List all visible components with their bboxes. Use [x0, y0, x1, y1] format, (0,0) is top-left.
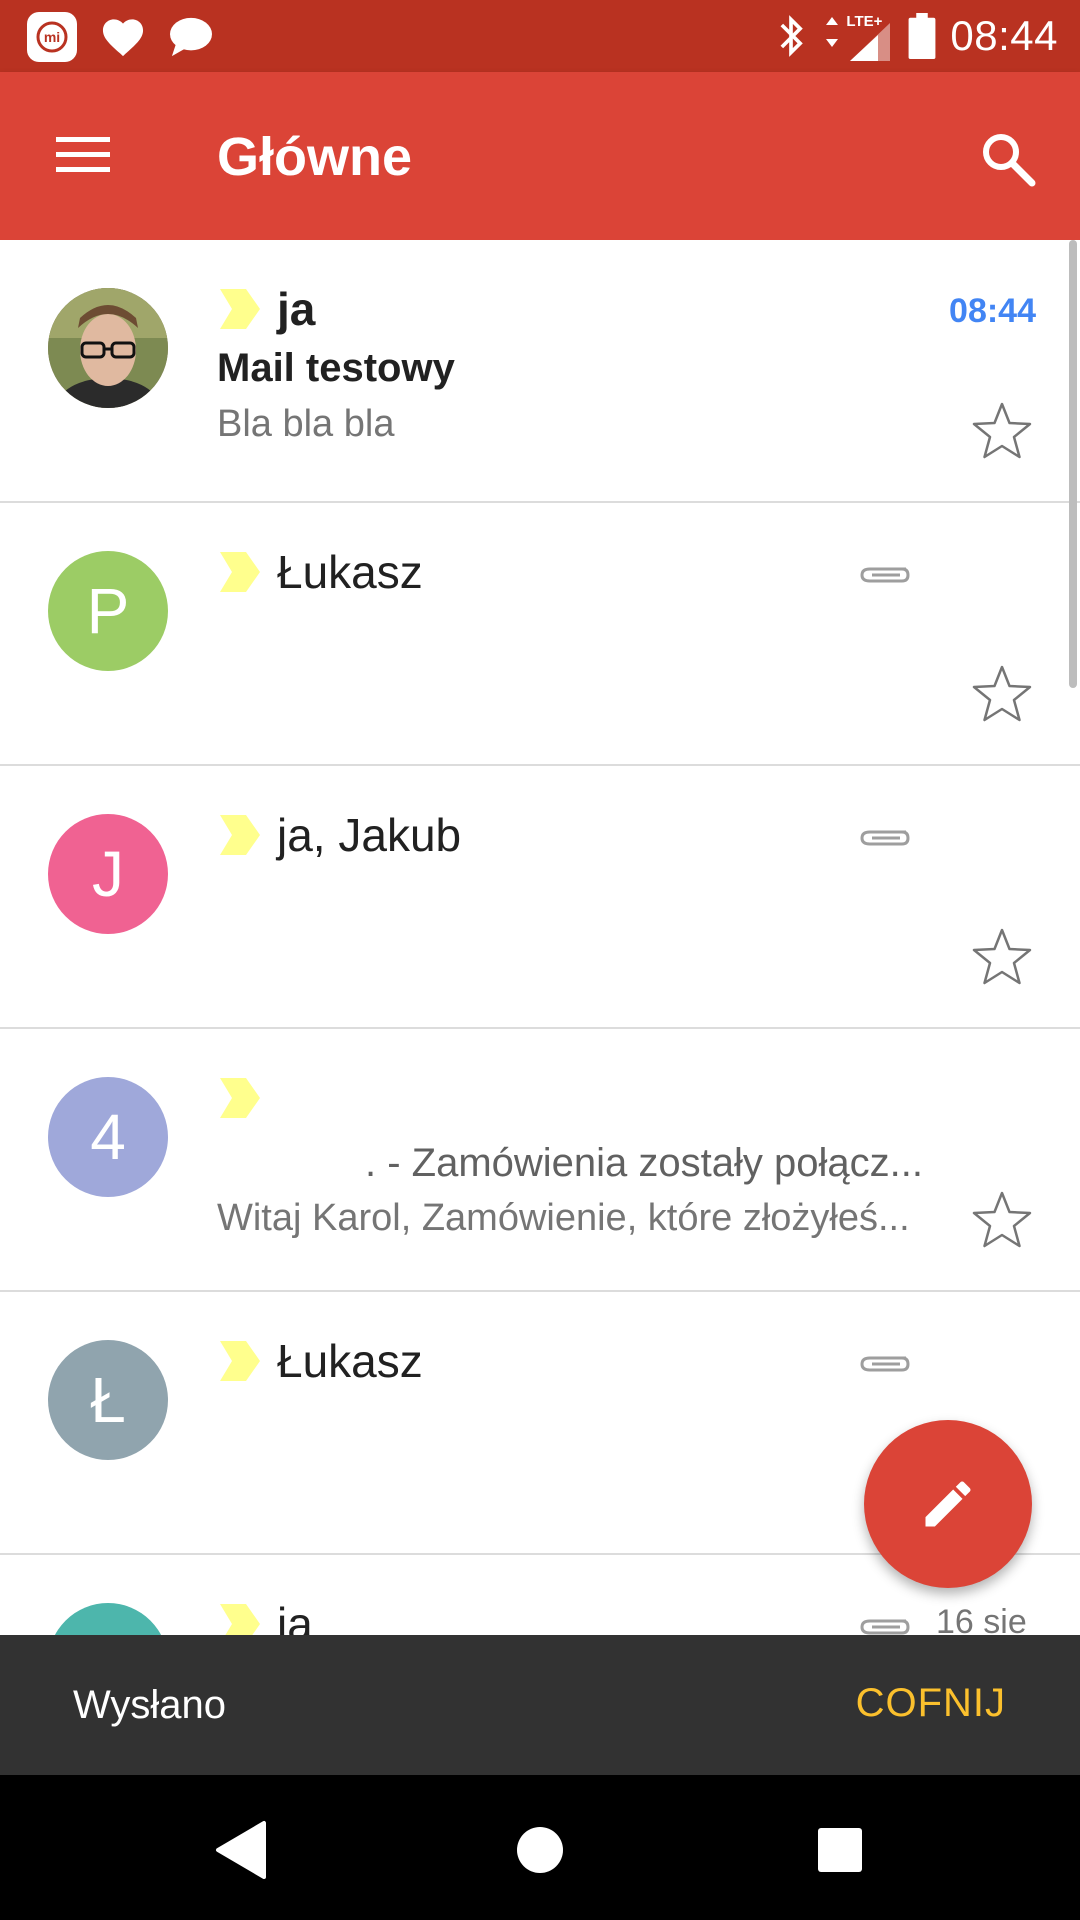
email-row[interactable]: ja 08:44 Mail testowy Bla bla bla — [0, 240, 1080, 503]
avatar-letter: Ł — [90, 1364, 126, 1436]
star-icon[interactable] — [971, 400, 1033, 462]
page-title: Główne — [217, 127, 413, 187]
email-subject: . - Zamówienia zostały połącz... — [365, 1141, 923, 1185]
lte-label: LTE+ — [846, 13, 883, 30]
chat-bubble-icon — [168, 16, 214, 58]
email-sender: Łukasz — [277, 546, 423, 598]
lte-signal-icon: LTE+ — [820, 11, 894, 61]
email-subject: Mail testowy — [217, 346, 455, 390]
avatar[interactable]: Ł — [48, 1340, 168, 1460]
system-status: LTE+ 08:44 — [776, 0, 1058, 72]
back-button[interactable] — [205, 1815, 275, 1885]
important-marker-icon[interactable] — [218, 1339, 262, 1383]
email-row[interactable]: P Łukasz — [0, 503, 1080, 766]
star-icon[interactable] — [971, 1189, 1033, 1251]
avatar-letter: J — [92, 838, 124, 910]
svg-text:mi: mi — [44, 29, 60, 45]
home-circle-icon — [517, 1827, 563, 1873]
snackbar: Wysłano COFNIJ — [0, 1635, 1080, 1775]
undo-button[interactable]: COFNIJ — [856, 1681, 1006, 1726]
star-icon[interactable] — [971, 926, 1033, 988]
important-marker-icon[interactable] — [218, 1602, 262, 1635]
attachment-icon — [860, 567, 910, 583]
email-time: 08:44 — [949, 292, 1036, 330]
notification-icons: mi — [26, 11, 214, 63]
avatar-letter: P — [86, 575, 130, 647]
avatar[interactable]: J — [48, 814, 168, 934]
home-button[interactable] — [505, 1815, 575, 1885]
email-row[interactable]: 4 . - Zamówienia zostały połącz... Witaj… — [0, 1029, 1080, 1292]
avatar-letter: 4 — [90, 1101, 126, 1173]
email-row[interactable]: J ja, Jakub — [0, 766, 1080, 1029]
bluetooth-icon — [776, 14, 806, 58]
email-sender: Łukasz — [277, 1335, 423, 1387]
avatar[interactable] — [48, 1603, 168, 1635]
important-marker-icon[interactable] — [218, 813, 262, 857]
mi-app-icon: mi — [26, 11, 78, 63]
profile-photo — [48, 288, 168, 408]
heart-icon — [100, 16, 146, 58]
avatar[interactable]: P — [48, 551, 168, 671]
recents-button[interactable] — [805, 1815, 875, 1885]
attachment-icon — [860, 1619, 910, 1635]
snackbar-message: Wysłano — [73, 1683, 227, 1727]
app-bar: Główne — [0, 72, 1080, 240]
important-marker-icon[interactable] — [218, 550, 262, 594]
star-icon[interactable] — [971, 663, 1033, 725]
status-bar: mi LTE+ 08:44 — [0, 0, 1080, 72]
scrollbar[interactable] — [1069, 240, 1077, 688]
hamburger-menu-icon — [56, 137, 110, 172]
attachment-icon — [860, 1356, 910, 1372]
search-button[interactable] — [978, 129, 1038, 189]
battery-icon — [908, 13, 936, 59]
important-marker-icon[interactable] — [218, 1076, 262, 1120]
recents-square-icon — [818, 1828, 862, 1872]
navigation-bar — [0, 1775, 1080, 1920]
important-marker-icon[interactable] — [218, 287, 262, 331]
menu-button[interactable] — [54, 129, 112, 179]
avatar[interactable]: 4 — [48, 1077, 168, 1197]
email-sender: ja — [277, 1598, 313, 1635]
email-snippet: Witaj Karol, Zamówienie, które złożyłeś.… — [217, 1197, 910, 1239]
search-icon — [983, 134, 1036, 187]
status-time: 08:44 — [950, 12, 1058, 59]
compose-button[interactable] — [864, 1420, 1032, 1588]
email-time: 16 sie — [936, 1603, 1027, 1635]
attachment-icon — [860, 830, 910, 846]
pencil-icon — [925, 1481, 971, 1527]
back-triangle-icon — [216, 1821, 266, 1879]
email-sender: ja — [277, 283, 316, 335]
email-snippet: Bla bla bla — [217, 403, 395, 445]
avatar[interactable] — [48, 288, 168, 408]
email-sender: ja, Jakub — [277, 809, 462, 861]
